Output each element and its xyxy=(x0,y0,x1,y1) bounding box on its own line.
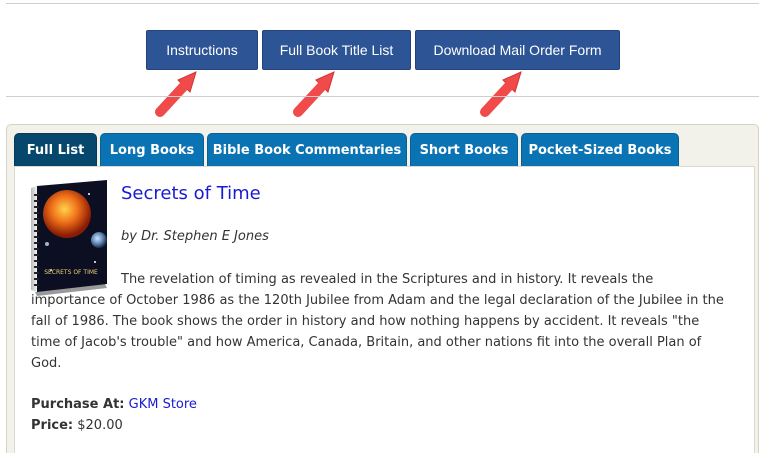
book-description: The revelation of timing as revealed in … xyxy=(31,272,724,371)
tab-pocket-sized-books[interactable]: Pocket-Sized Books xyxy=(521,133,679,167)
book-title-link[interactable]: Secrets of Time xyxy=(121,183,261,204)
arrow-icon xyxy=(480,71,522,117)
tab-bible-book-commentaries[interactable]: Bible Book Commentaries xyxy=(207,133,407,167)
section-divider xyxy=(6,96,759,97)
tab-full-list[interactable]: Full List xyxy=(14,133,97,167)
tab-short-books[interactable]: Short Books xyxy=(410,133,518,167)
tab-long-books[interactable]: Long Books xyxy=(100,133,204,167)
full-book-title-list-button[interactable]: Full Book Title List xyxy=(262,30,411,70)
arrow-icon xyxy=(293,71,335,117)
gkm-store-link[interactable]: GKM Store xyxy=(129,397,197,412)
price-label: Price: xyxy=(31,418,74,433)
top-divider xyxy=(6,3,759,4)
price-value: $20.00 xyxy=(77,418,123,433)
price-info: Price: $20.00 xyxy=(31,418,123,433)
purchase-label: Purchase At: xyxy=(31,397,125,412)
purchase-info: Purchase At: GKM Store xyxy=(31,397,197,412)
instructions-button[interactable]: Instructions xyxy=(146,30,258,70)
arrow-icon xyxy=(155,71,197,117)
book-author: by Dr. Stephen E Jones xyxy=(121,229,269,244)
download-mail-order-form-button[interactable]: Download Mail Order Form xyxy=(415,30,620,70)
